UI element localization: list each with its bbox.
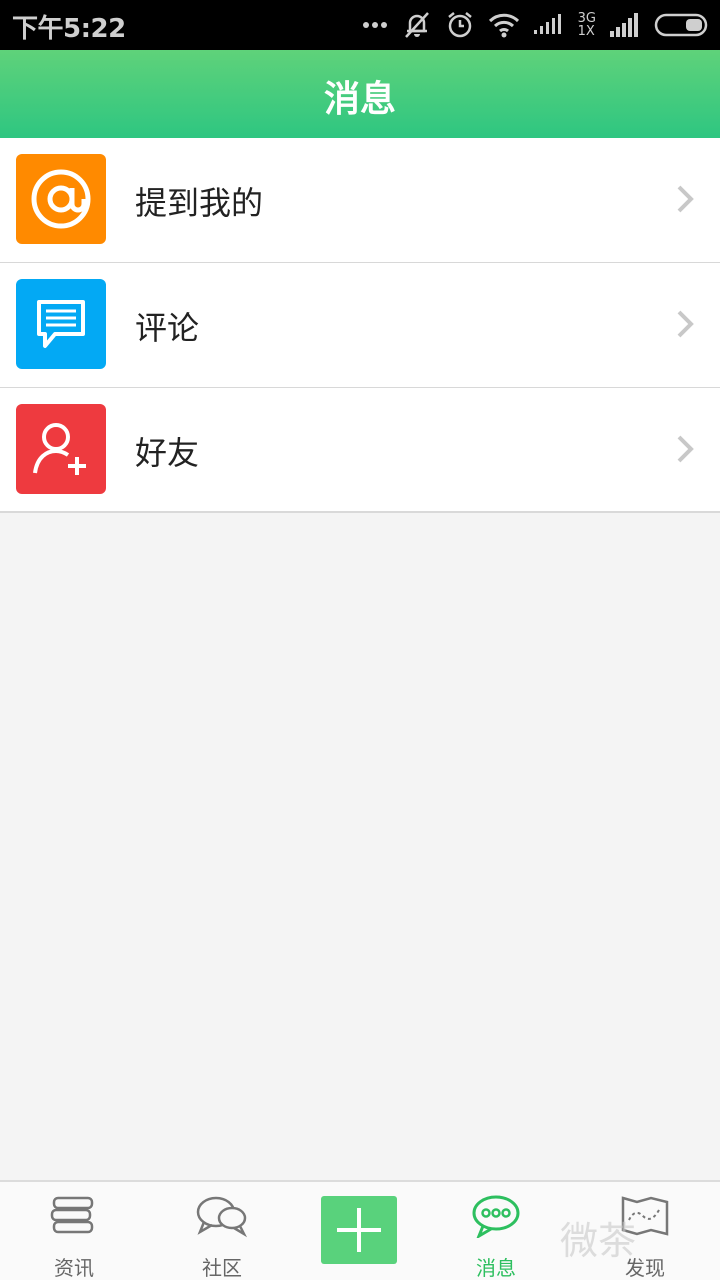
tab-community[interactable]: 社区 [150, 1182, 294, 1280]
tab-label: 资讯 [54, 1256, 94, 1280]
status-icons: 3G 1X [362, 10, 708, 40]
list-item-comments[interactable]: 评论 [0, 263, 720, 388]
community-icon [196, 1196, 248, 1238]
list-item-mentions[interactable]: 提到我的 [0, 138, 720, 263]
item-label: 好友 [135, 434, 200, 472]
network-bottom-label: 1X [577, 24, 595, 39]
chevron-right-icon [677, 435, 694, 463]
item-label: 评论 [135, 309, 200, 347]
battery-icon [654, 13, 708, 37]
tab-label: 社区 [202, 1256, 242, 1280]
bottom-tab-bar: 资讯 社区 消息 发现 [0, 1180, 720, 1280]
wifi-icon [488, 13, 519, 38]
signal-3g-icon [533, 14, 561, 34]
app-header: 消息 [0, 50, 720, 138]
at-icon [16, 154, 106, 244]
signal-icon [610, 13, 638, 37]
message-category-list: 提到我的 评论 好友 [0, 138, 720, 513]
plus-icon [337, 1208, 381, 1252]
status-bar: 下午5:22 3G 1X [0, 0, 720, 50]
add-friend-icon [16, 404, 106, 494]
list-item-friends[interactable]: 好友 [0, 388, 720, 513]
alarm-icon [447, 12, 472, 38]
more-dots-icon [362, 22, 387, 28]
page-title: 消息 [323, 79, 396, 120]
item-label: 提到我的 [135, 184, 264, 222]
chevron-right-icon [677, 310, 694, 338]
tab-discover[interactable]: 发现 [573, 1182, 717, 1280]
tab-news[interactable]: 资讯 [2, 1182, 146, 1280]
news-icon [50, 1196, 94, 1234]
mute-bell-icon [404, 12, 429, 38]
tab-messages[interactable]: 消息 [424, 1182, 568, 1280]
discover-icon [621, 1196, 669, 1236]
tab-label: 发现 [625, 1256, 665, 1280]
network-type-label: 3G 1X [578, 12, 596, 38]
compose-plus-button[interactable] [321, 1196, 397, 1264]
status-time: 下午5:22 [12, 14, 126, 44]
tab-label: 消息 [476, 1256, 516, 1280]
comment-icon [16, 279, 106, 369]
chevron-right-icon [677, 185, 694, 213]
message-icon [472, 1195, 520, 1238]
